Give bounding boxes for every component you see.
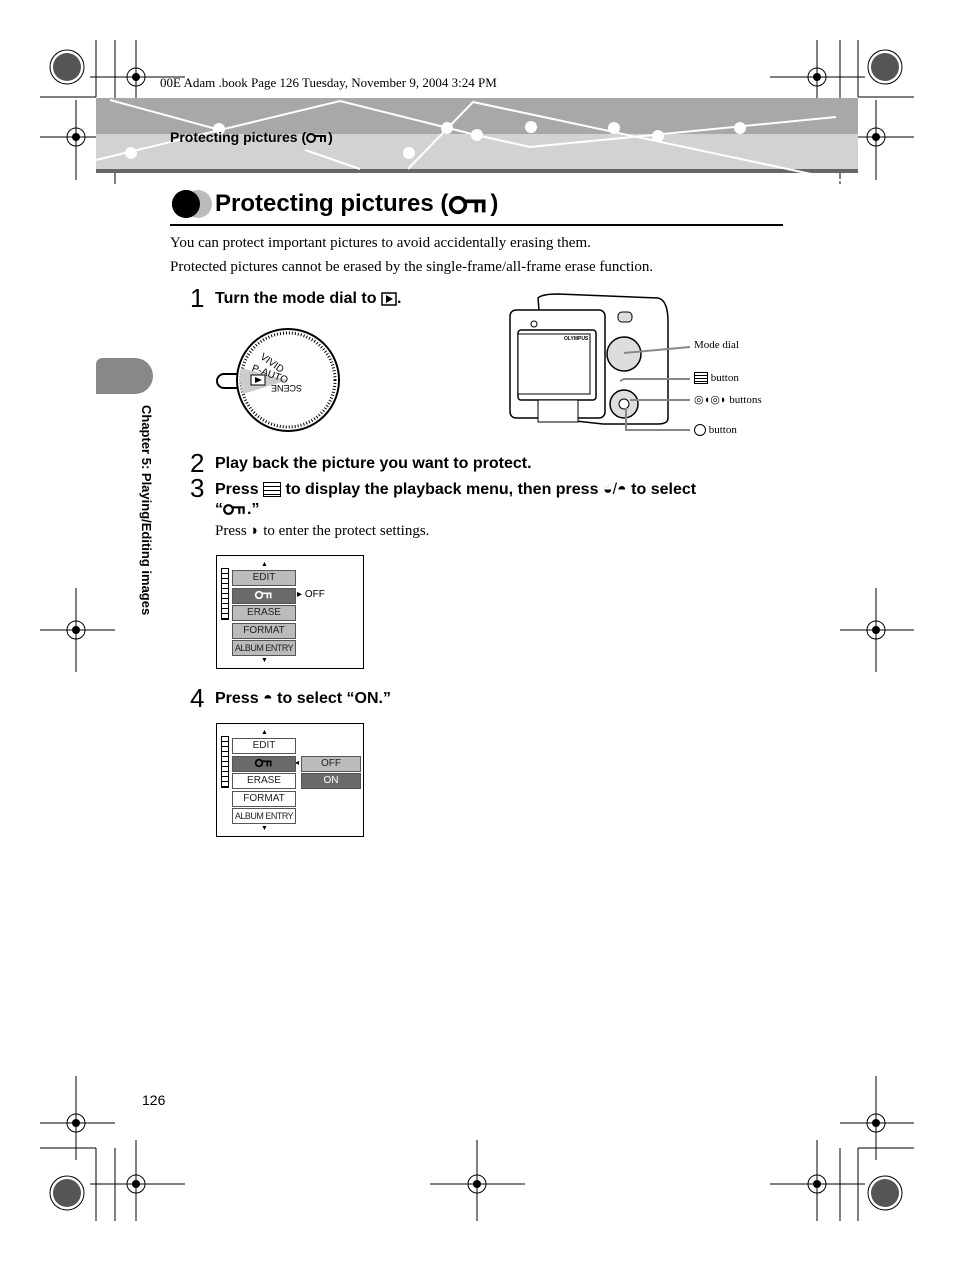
menu-item-format[interactable]: FORMAT <box>232 791 296 807</box>
callout-menu-button: button <box>694 372 739 385</box>
value-text: OFF <box>304 589 325 600</box>
menu-item-edit[interactable]: EDIT <box>232 738 296 754</box>
callout-arrow-buttons: ◎◖◎◗ buttons <box>694 393 762 406</box>
step-1-text: Turn the mode dial to . <box>215 290 402 307</box>
ok-icon <box>694 424 706 437</box>
key-icon <box>223 504 245 516</box>
note-text: Press <box>215 523 247 539</box>
step-4-text: Press ◓ to select “ON.” <box>215 690 391 708</box>
scroll-indicator <box>221 568 229 620</box>
playback-menu-screen-2: ▲ EDIT ERASE FORMAT ALBUM ENTRY ▼ ◂ OFF … <box>216 723 364 837</box>
playback-menu-screen-1: ▲ EDIT ERASE FORMAT ALBUM ENTRY ▼ ▸ OFF <box>216 555 364 669</box>
running-head-text: Protecting pictures ( <box>170 129 307 145</box>
key-icon <box>254 591 272 600</box>
menu-icon <box>263 482 282 498</box>
manual-page: 00E Adam .book Page 126 Tuesday, Novembe… <box>0 0 954 1261</box>
down-arrow-icon: ▼ <box>261 824 268 832</box>
step-text: to select <box>631 481 697 498</box>
right-arrow-icon: ◗ <box>250 523 260 539</box>
menu-item-erase[interactable]: ERASE <box>232 605 296 621</box>
callout-text: button <box>710 372 739 384</box>
key-icon <box>449 195 486 214</box>
option-off[interactable]: OFF <box>301 756 361 772</box>
up-arrow-icon: ▲ <box>261 560 268 568</box>
callout-ok-button: button <box>694 424 737 437</box>
running-head: Protecting pictures () <box>170 129 333 145</box>
menu-icon <box>694 372 708 385</box>
key-icon <box>254 759 272 768</box>
down-arrow-button-icon: ◓ <box>263 690 273 707</box>
step-number: 1 <box>190 283 205 313</box>
note-text: to enter the protect settings. <box>263 523 430 539</box>
step-number: 3 <box>190 473 205 503</box>
menu-item-format[interactable]: FORMAT <box>232 623 296 639</box>
step-2-text: Play back the picture you want to protec… <box>215 455 532 472</box>
option-on[interactable]: ON <box>301 773 361 789</box>
callout-text: button <box>708 424 737 436</box>
side-tab-chapter: Chapter 5: Playing/Editing images <box>139 405 154 616</box>
step-text: Press <box>215 481 259 498</box>
step-3-note: Press ◗ to enter the protect settings. <box>215 523 429 540</box>
callout-mode-dial: Mode dial <box>694 339 739 351</box>
camera-brand: OLYMPUS <box>564 336 589 342</box>
key-icon <box>306 133 327 144</box>
step-text: Press <box>215 690 259 707</box>
callout-text: buttons <box>729 394 762 406</box>
callout-lines <box>620 346 691 431</box>
down-arrow-icon: ▼ <box>261 656 268 664</box>
intro-1: You can protect important pictures to av… <box>170 235 591 251</box>
up-down-arrow-icons: ◒/◓ <box>602 481 627 498</box>
step-text: Turn the mode dial to <box>215 290 377 307</box>
print-header: 00E Adam .book Page 126 Tuesday, Novembe… <box>160 75 497 90</box>
step-text: to display the playback menu, then press <box>285 481 599 498</box>
page-title-text: Protecting pictures ( <box>215 190 449 217</box>
step-3-text: Press to display the playback menu, then… <box>215 480 785 520</box>
playback-icon <box>381 292 397 306</box>
menu-item-edit[interactable]: EDIT <box>232 570 296 586</box>
protect-value: ▸ OFF <box>297 589 325 600</box>
menu-item-protect[interactable] <box>232 756 296 772</box>
step-text: to select “ON.” <box>277 690 391 707</box>
left-arrow-icon: ◂ <box>295 758 300 767</box>
intro-2: Protected pictures cannot be erased by t… <box>170 259 654 275</box>
step-number: 4 <box>190 683 205 713</box>
step-text: “ <box>215 501 223 518</box>
page-number: 126 <box>142 1092 166 1108</box>
mode-dial-illustration: VIVID P-AUTO SCENE <box>216 328 340 432</box>
arrow-pad-icons: ◎◖◎◗ <box>694 394 727 406</box>
scroll-indicator <box>221 736 229 788</box>
page-title: Protecting pictures () <box>215 190 499 217</box>
menu-item-album-entry[interactable]: ALBUM ENTRY <box>232 640 296 656</box>
menu-item-album-entry[interactable]: ALBUM ENTRY <box>232 808 296 824</box>
up-arrow-icon: ▲ <box>261 728 268 736</box>
menu-item-erase[interactable]: ERASE <box>232 773 296 789</box>
dial-label-scene: SCENE <box>271 383 302 393</box>
menu-item-protect[interactable] <box>232 588 296 604</box>
step-text: .” <box>247 501 260 518</box>
